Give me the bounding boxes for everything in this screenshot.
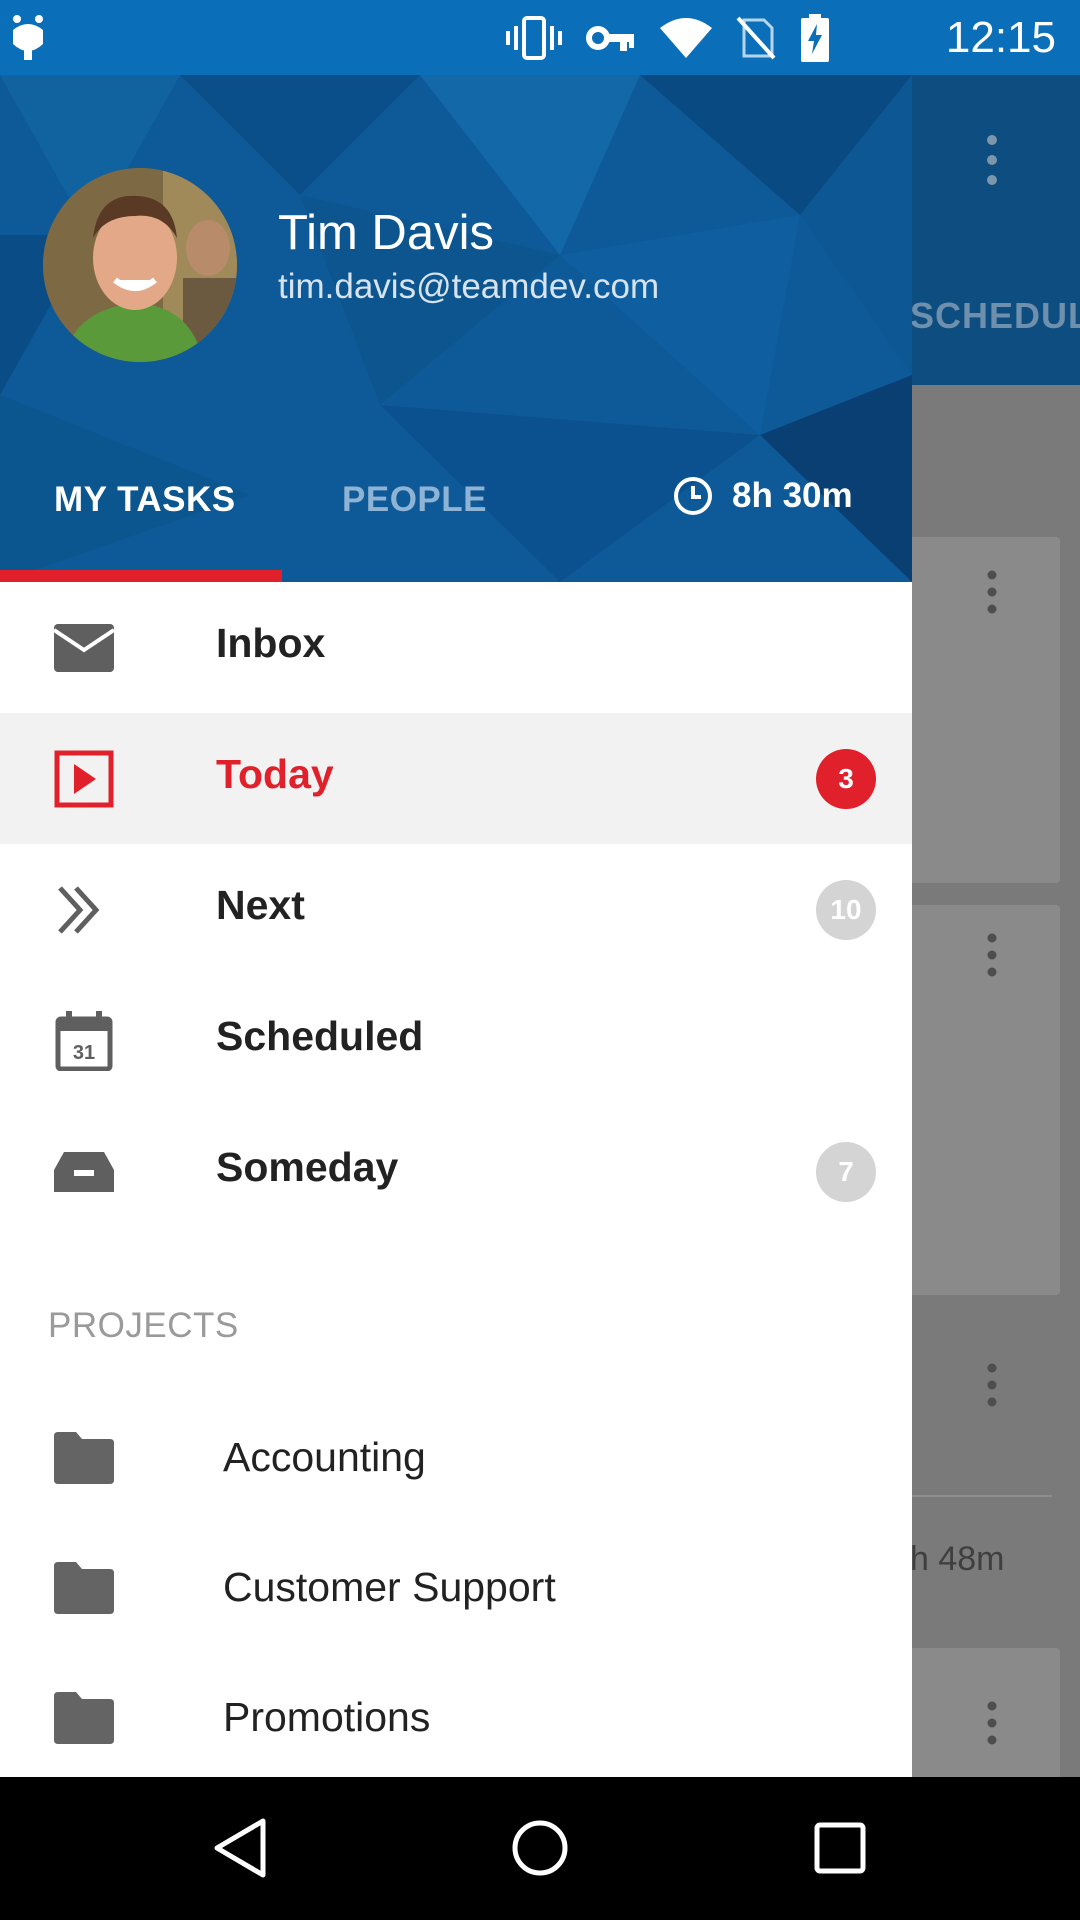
recents-icon[interactable] [805, 1813, 875, 1883]
tab-people[interactable]: PEOPLE [342, 480, 487, 520]
back-icon[interactable] [205, 1813, 275, 1883]
nav-item-label: Inbox [216, 620, 326, 666]
divider [912, 1495, 1052, 1497]
drawer-header: Tim Davis tim.davis@teamdev.com MY TASKS… [0, 75, 912, 582]
vpn-key-icon [586, 26, 634, 51]
status-time: 12:15 [945, 13, 1056, 62]
no-sim-icon [736, 16, 776, 60]
nav-item-inbox[interactable]: Inbox [0, 582, 912, 713]
background-tab-schedule[interactable]: SCHEDULE [910, 295, 1080, 337]
status-bar: 12:15 [0, 0, 1080, 75]
nav-item-someday[interactable]: Someday 7 [0, 1106, 912, 1237]
projects-section-title: PROJECTS [48, 1306, 239, 1345]
count-badge: 3 [816, 749, 876, 809]
nav-item-label: Scheduled [216, 1013, 424, 1059]
project-label: Accounting [223, 1434, 426, 1480]
project-label: Promotions [223, 1694, 431, 1740]
overflow-menu-icon[interactable] [980, 130, 1004, 190]
tab-my-tasks[interactable]: MY TASKS [54, 480, 236, 520]
project-item-accounting[interactable]: Accounting [0, 1392, 912, 1522]
vibrate-icon [506, 16, 562, 60]
folder-icon [54, 1692, 114, 1744]
nav-item-label: Next [216, 882, 305, 928]
folder-icon [54, 1432, 114, 1484]
battery-charging-icon [801, 14, 829, 62]
project-label: Customer Support [223, 1564, 556, 1610]
background-row-time: h 48m [910, 1540, 1005, 1578]
nav-item-scheduled[interactable]: 31 Scheduled [0, 975, 912, 1106]
folder-icon [54, 1562, 114, 1614]
nav-item-next[interactable]: Next 10 [0, 844, 912, 975]
count-badge: 7 [816, 1142, 876, 1202]
wifi-icon [660, 18, 712, 58]
card-menu-icon[interactable] [980, 1698, 1004, 1748]
drawer-nav-list: Inbox Today 3 Next 10 31 Scheduled Somed… [0, 582, 912, 1237]
system-nav-bar [0, 1777, 1080, 1920]
double-chevron-right-icon [58, 886, 100, 934]
card-menu-icon[interactable] [980, 930, 1004, 980]
clock-icon [674, 477, 712, 515]
card-menu-icon[interactable] [980, 1360, 1004, 1410]
mail-icon [52, 624, 116, 672]
android-debug-icon [13, 15, 43, 60]
user-email: tim.davis@teamdev.com [278, 267, 660, 306]
home-icon[interactable] [505, 1813, 575, 1883]
nav-item-label: Someday [216, 1144, 399, 1190]
avatar[interactable] [43, 168, 237, 362]
avatar-photo [43, 168, 237, 362]
svg-text:31: 31 [73, 1042, 95, 1064]
tab-indicator [0, 570, 282, 582]
nav-item-today[interactable]: Today 3 [0, 713, 912, 844]
navigation-drawer: Tim Davis tim.davis@teamdev.com MY TASKS… [0, 75, 912, 1777]
calendar-icon: 31 [55, 1011, 113, 1071]
timer-value: 8h 30m [732, 476, 853, 515]
inbox-tray-icon [54, 1152, 114, 1192]
count-badge: 10 [816, 880, 876, 940]
play-box-icon [54, 750, 114, 808]
project-item-promotions[interactable]: Promotions [0, 1652, 912, 1777]
card-menu-icon[interactable] [980, 567, 1004, 617]
project-item-customer-support[interactable]: Customer Support [0, 1522, 912, 1652]
nav-item-label: Today [216, 751, 334, 797]
user-name: Tim Davis [278, 206, 494, 260]
time-tracker[interactable]: 8h 30m [672, 475, 853, 517]
